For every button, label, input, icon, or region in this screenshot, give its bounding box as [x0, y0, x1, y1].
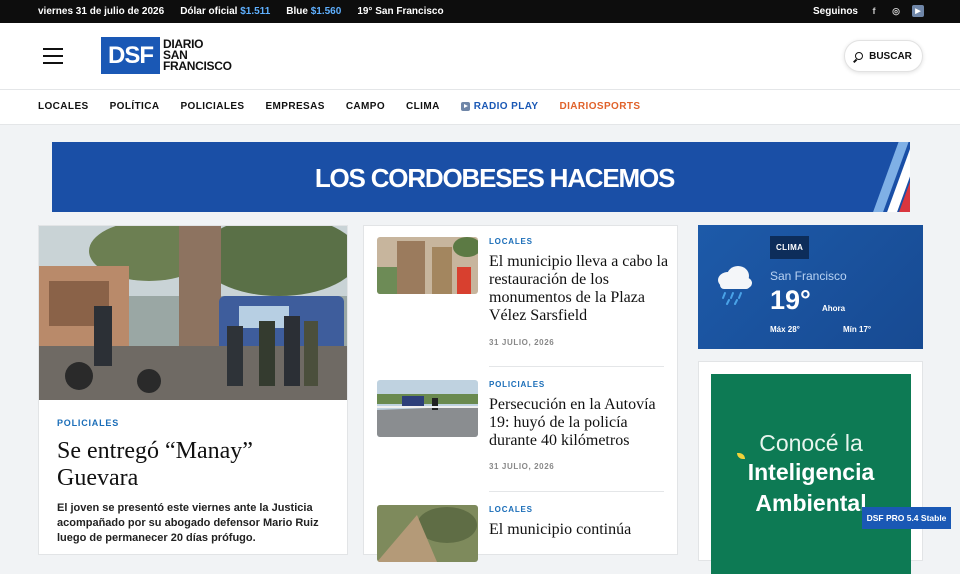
list-item-category[interactable]: LOCALES — [489, 505, 533, 514]
ad-line-2: Inteligencia — [747, 459, 875, 485]
nav-item-locales[interactable]: LOCALES — [38, 101, 89, 112]
top-bar: viernes 31 de julio de 2026 Dólar oficia… — [0, 0, 960, 23]
logo-wordmark: DIARIO SAN FRANCISCO — [163, 37, 232, 73]
site-header: DSF DIARIO SAN FRANCISCO BUSCAR — [0, 23, 960, 90]
logo-mark: DSF — [101, 37, 160, 74]
site-logo[interactable]: DSF DIARIO SAN FRANCISCO — [101, 37, 232, 74]
weather-min: Mín 17° — [843, 325, 872, 334]
weather-widget[interactable]: CLIMA San Francisco 19° Ahora Máx 28° Mí… — [698, 225, 923, 349]
list-item-title[interactable]: El municipio lleva a cabo la restauració… — [489, 253, 669, 325]
search-icon — [855, 52, 864, 60]
lead-article[interactable]: POLICIALES Se entregó “Manay” Guevara El… — [38, 225, 348, 555]
dolar-oficial: Dólar oficial $1.511 — [180, 6, 271, 17]
weather-max: Máx 28° — [770, 325, 800, 334]
lead-article-image[interactable] — [39, 226, 347, 400]
hamburger-menu-icon[interactable] — [43, 48, 63, 64]
weather-tag: CLIMA — [770, 236, 810, 259]
list-item-category[interactable]: LOCALES — [489, 237, 533, 246]
list-item[interactable]: POLICIALES Persecución en la Autovía 19:… — [377, 380, 667, 480]
nav-item-radio-play[interactable]: RADIO PLAY — [460, 101, 539, 112]
version-badge: DSF PRO 5.4 Stable — [862, 507, 951, 529]
weather-temperature: 19° — [770, 285, 811, 315]
list-item-thumbnail[interactable] — [377, 505, 478, 562]
divider — [489, 366, 664, 367]
current-date: viernes 31 de julio de 2026 — [38, 6, 165, 17]
side-ad[interactable]: Conocé la Inteligencia Ambiental — [698, 361, 923, 574]
list-item-thumbnail[interactable] — [377, 380, 478, 437]
nav-item-campo[interactable]: CAMPO — [346, 101, 385, 112]
list-item-date: 31 JULIO, 2026 — [489, 462, 555, 471]
list-item-date: 31 JULIO, 2026 — [489, 338, 555, 347]
divider — [489, 491, 664, 492]
banner-text: LOS CORDOBESES HACEMOS — [314, 163, 676, 193]
search-button[interactable]: BUSCAR — [844, 40, 923, 72]
youtube-icon[interactable]: ▶ — [912, 5, 924, 17]
play-icon — [460, 102, 470, 111]
instagram-icon[interactable]: ◎ — [890, 5, 902, 17]
lead-title[interactable]: Se entregó “Manay” Guevara — [57, 438, 337, 492]
lead-description: El joven se presentó este viernes ante l… — [57, 502, 319, 544]
list-item-title[interactable]: Persecución en la Autovía 19: huyó de la… — [489, 396, 669, 450]
dolar-blue: Blue $1.560 — [286, 6, 342, 17]
weather-now-label: Ahora — [822, 304, 846, 313]
list-item[interactable]: LOCALES El municipio continúa — [377, 505, 667, 565]
facebook-icon[interactable]: f — [868, 5, 880, 17]
nav-item-clima[interactable]: CLIMA — [406, 101, 440, 112]
list-item-category[interactable]: POLICIALES — [489, 380, 545, 389]
list-item[interactable]: LOCALES El municipio lleva a cabo la res… — [377, 237, 669, 357]
weather-city: San Francisco — [770, 269, 847, 283]
nav-item-politica[interactable]: POLÍTICA — [110, 101, 160, 112]
nav-item-empresas[interactable]: EMPRESAS — [265, 101, 324, 112]
ad-banner[interactable]: LOS CORDOBESES HACEMOS — [52, 142, 910, 212]
rain-cloud-icon — [718, 266, 752, 305]
side-ad-creative[interactable]: Conocé la Inteligencia Ambiental — [711, 374, 911, 574]
nav-item-policiales[interactable]: POLICIALES — [180, 101, 244, 112]
search-label: BUSCAR — [869, 50, 912, 62]
news-list: LOCALES El municipio lleva a cabo la res… — [363, 225, 678, 562]
follow-label: Seguinos — [812, 5, 858, 17]
list-item-title[interactable]: El municipio continúa — [489, 521, 669, 539]
main-nav: LOCALES POLÍTICA POLICIALES EMPRESAS CAM… — [0, 90, 960, 125]
list-item-thumbnail[interactable] — [377, 237, 478, 294]
topbar-weather: 19° San Francisco — [357, 6, 444, 17]
lead-category[interactable]: POLICIALES — [57, 418, 119, 428]
nav-item-diariosports[interactable]: DIARIOSPORTS — [559, 101, 640, 112]
